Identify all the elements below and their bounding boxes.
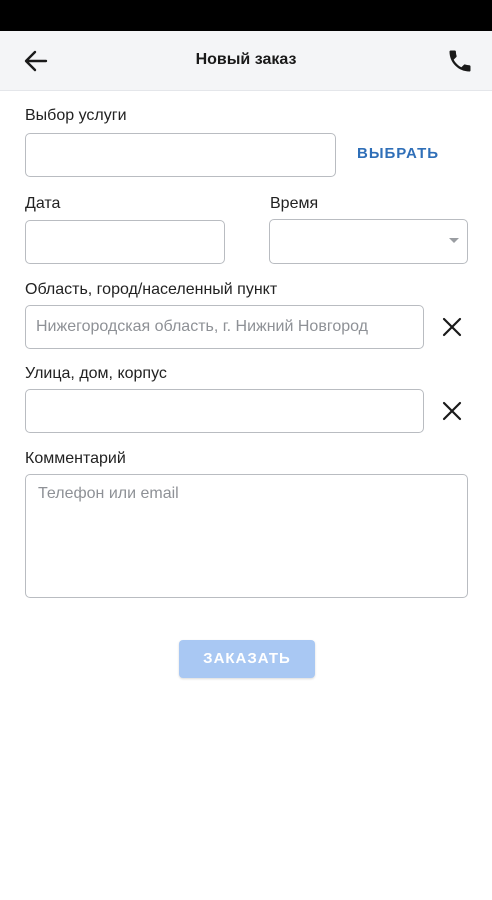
date-field[interactable] <box>25 220 225 264</box>
region-field[interactable] <box>25 305 424 349</box>
comment-field[interactable] <box>25 474 468 598</box>
time-label: Время <box>270 195 319 212</box>
region-label: Область, город/населенный пункт <box>25 281 278 298</box>
street-label: Улица, дом, корпус <box>25 365 167 382</box>
app-bar: Новый заказ <box>0 31 492 91</box>
street-field[interactable] <box>25 389 424 433</box>
service-field[interactable] <box>25 133 336 177</box>
region-input[interactable] <box>26 306 423 348</box>
phone-icon[interactable] <box>446 47 474 75</box>
choose-service-button[interactable]: ВЫБРАТЬ <box>357 145 439 162</box>
time-select[interactable] <box>269 219 468 264</box>
close-icon <box>442 317 462 337</box>
page-title: Новый заказ <box>195 51 297 68</box>
service-label: Выбор услуги <box>25 107 127 124</box>
service-input[interactable] <box>26 134 335 176</box>
submit-order-button[interactable]: ЗАКАЗАТЬ <box>179 640 315 678</box>
comment-textarea[interactable] <box>26 475 467 597</box>
date-label: Дата <box>25 195 61 212</box>
street-input[interactable] <box>26 390 423 432</box>
status-bar <box>0 0 492 31</box>
clear-street-button[interactable] <box>441 400 463 422</box>
date-input[interactable] <box>26 221 224 263</box>
clear-region-button[interactable] <box>441 316 463 338</box>
chevron-down-icon <box>449 238 459 243</box>
close-icon <box>442 401 462 421</box>
comment-label: Комментарий <box>25 450 126 467</box>
